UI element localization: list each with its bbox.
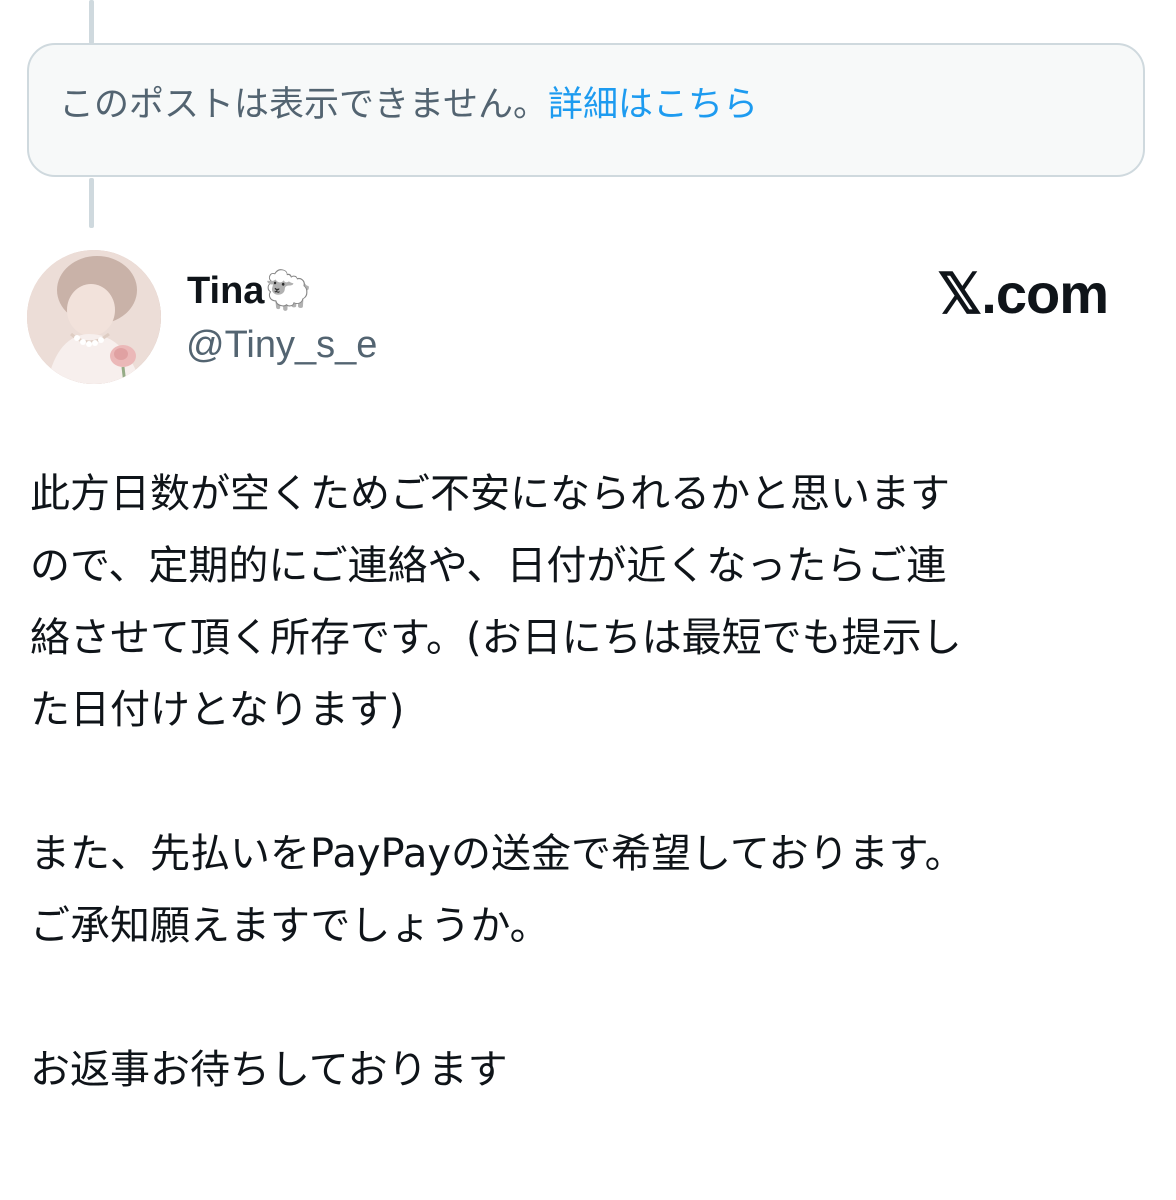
post-line: ので、定期的にご連絡や、日付が近くなったらご連 [30,543,947,589]
post-paragraph: 此方日数が空くためご不安になられるかと思います ので、定期的にご連絡や、日付が近… [30,458,1140,746]
notice-message: このポストは表示できません。詳細はこちら [59,81,758,129]
author-handle[interactable]: @Tiny_s_e [186,322,377,368]
post-paragraph: また、先払いをPayPayの送金で希望しております。 ご承知願えますでしょうか。 [30,818,1140,962]
post-line: 絡させて頂く所存です。(お日にちは最短でも提示し [30,615,962,661]
post-line: 此方日数が空くためご不安になられるかと思います [30,471,950,517]
post-text: 此方日数が空くためご不安になられるかと思います ので、定期的にご連絡や、日付が近… [30,458,1140,1106]
learn-more-link[interactable]: 詳細はこちら [548,85,758,125]
avatar[interactable] [27,250,161,384]
author-display-name[interactable]: Tina🐑 [187,268,312,314]
post-line: た日付けとなります) [30,687,405,733]
notice-text: このポストは表示できません。 [59,85,548,125]
post-line: ご承知願えますでしょうか。 [30,903,550,949]
avatar-image [27,250,161,384]
x-logo-watermark: 𝕏.com [937,262,1109,325]
thread-connector-line [89,178,94,228]
post-paragraph: お返事お待ちしております [30,1034,1140,1106]
author-name: Tina [187,270,265,312]
sheep-emoji-icon: 🐑 [264,270,312,312]
unavailable-post-notice: このポストは表示できません。詳細はこちら [27,43,1145,177]
thread-connector-line [89,0,94,44]
post-line: お返事お待ちしております [30,1047,508,1093]
post-line: また、先払いをPayPayの送金で希望しております。 [30,831,965,877]
